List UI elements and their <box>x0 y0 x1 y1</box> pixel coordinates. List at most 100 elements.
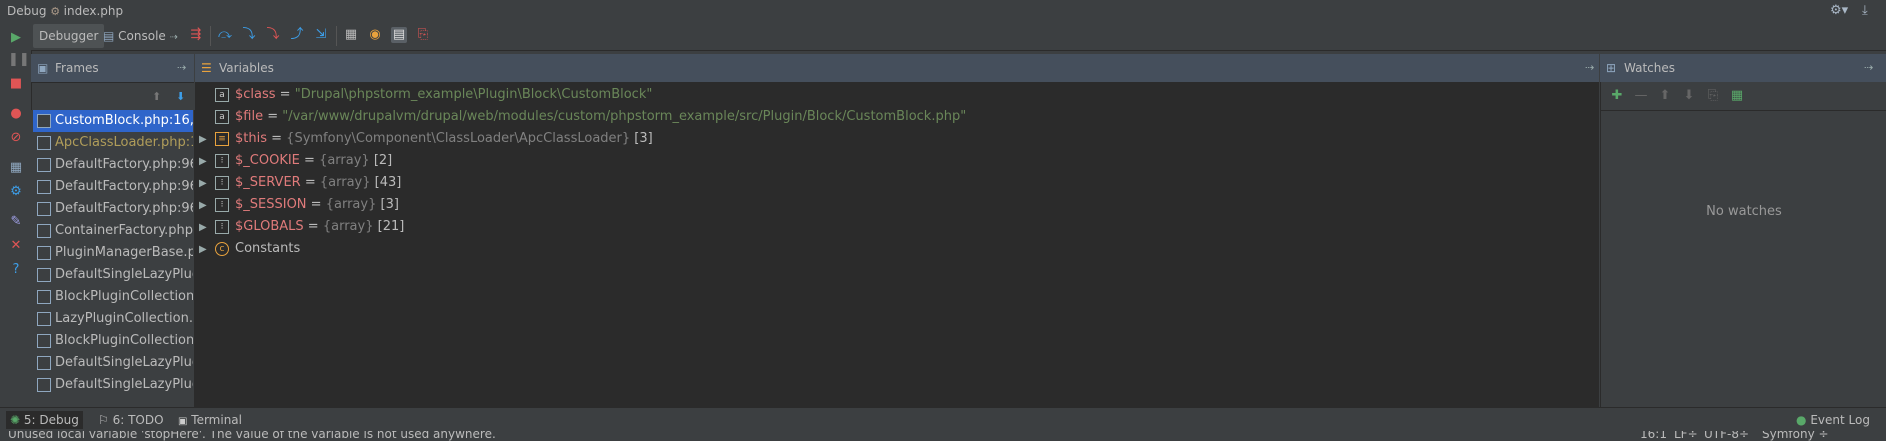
variable-row[interactable]: ▶ ⁝ $_SESSION = {array} [3] <box>195 194 399 216</box>
expand-arrow-icon[interactable]: ▶ <box>199 239 209 261</box>
show-execution-point-icon[interactable]: ⇶ <box>188 27 204 43</box>
tab-debugger[interactable]: Debugger <box>33 24 105 48</box>
force-step-into-icon[interactable]: ⤵ <box>265 27 281 43</box>
variable-row[interactable]: ▶ ≡ $this = {Symfony\Component\ClassLoader… <box>195 128 653 150</box>
frame-label: DefaultSingleLazyPlugi <box>55 377 193 392</box>
frame-label: DefaultFactory.php:96, <box>55 157 193 172</box>
variable-row[interactable]: ▶ ⁝ $_COOKIE = {array} [2] <box>195 150 392 172</box>
frame-item[interactable]: DefaultFactory.php:96, <box>33 154 193 176</box>
frame-item[interactable]: ContainerFactory.php: <box>33 220 193 242</box>
debug-toolbar <box>0 22 1886 51</box>
variable-row[interactable]: ▶ ⁝ $GLOBALS = {array} [21] <box>195 216 404 238</box>
clear-icon[interactable]: ⎘ <box>415 27 431 43</box>
frame-label: BlockPluginCollection.p <box>55 289 193 304</box>
expand-arrow-icon[interactable]: ▶ <box>199 195 209 217</box>
constants-row[interactable]: ▶ c Constants <box>195 238 300 260</box>
caret-position[interactable]: 16:1 <box>1640 431 1667 441</box>
variable-eq: = <box>267 131 287 146</box>
layout-icon[interactable]: ▦ <box>8 160 24 176</box>
resume-icon[interactable]: ▶ <box>8 30 24 46</box>
help-icon[interactable]: ? <box>8 262 24 278</box>
remove-watch-icon[interactable]: — <box>1633 88 1649 104</box>
tab-debug[interactable]: ✺ 5: Debug <box>6 411 83 429</box>
watches-panel: ✚ — ⬆ ⬇ ⎘ ▦ No watches <box>1600 82 1886 407</box>
view-breakpoints-icon[interactable]: ● <box>8 106 24 122</box>
tab-console[interactable]: ▤ Console ⇢ <box>97 24 184 48</box>
event-log-label: Event Log <box>1810 413 1870 427</box>
variable-type: {array} <box>322 219 374 234</box>
debug-session-tab[interactable]: index.php <box>64 4 123 18</box>
variable-count: [43] <box>370 175 402 190</box>
settings-icon[interactable]: ⚙ <box>8 184 24 200</box>
frame-item[interactable]: DefaultFactory.php:96, <box>33 198 193 220</box>
hide-panel-icon[interactable]: ⤓ <box>1862 3 1868 18</box>
watches-icon: ⊞ <box>1606 61 1617 75</box>
variable-row[interactable]: a $file = "/var/www/drupalvm/drupal/web/m… <box>195 106 966 128</box>
step-over-icon[interactable]: ⤼ <box>217 27 233 43</box>
frames-pin-icon[interactable]: ⇢ <box>177 61 186 74</box>
watches-pin-icon[interactable]: ⇢ <box>1864 61 1873 74</box>
step-out-icon[interactable]: ⤴ <box>289 27 305 43</box>
variable-row[interactable]: a $class = "Drupal\phpstorm_example\Plugi… <box>195 84 652 106</box>
event-log-button[interactable]: ● Event Log <box>1792 411 1874 429</box>
title-bar: Debug ⚙ index.php ⚙▾ ⤓ <box>0 0 1886 23</box>
status-bar: Unused local variable 'stopHere'. The va… <box>0 431 1886 441</box>
mute-breakpoints-icon[interactable]: ⊘ <box>8 130 24 146</box>
variables-tree: a $class = "Drupal\phpstorm_example\Plugi… <box>195 82 1599 407</box>
expand-arrow-icon[interactable]: ▶ <box>199 129 209 151</box>
line-separator[interactable]: LF÷ <box>1674 431 1698 441</box>
frame-label: DefaultFactory.php:96, <box>55 179 193 194</box>
tab-todo[interactable]: ⚐ 6: TODO <box>94 411 168 429</box>
variable-eq: = <box>306 197 326 212</box>
frame-item[interactable]: PluginManagerBase.ph <box>33 242 193 264</box>
frame-item[interactable]: ApcClassLoader.php:1 <box>33 132 193 154</box>
variable-name: $this <box>235 131 267 146</box>
frame-item[interactable]: BlockPluginCollection.p <box>33 286 193 308</box>
move-down-icon[interactable]: ⬇ <box>1681 88 1697 104</box>
file-encoding[interactable]: UTF-8÷ <box>1704 431 1749 441</box>
expand-arrow-icon[interactable]: ▶ <box>199 173 209 195</box>
constants-icon: c <box>215 241 229 256</box>
status-message: Unused local variable 'stopHere'. The va… <box>8 431 496 441</box>
expand-arrow-icon[interactable]: ▶ <box>199 217 209 239</box>
variables-pin-icon[interactable]: ⇢ <box>1585 61 1594 74</box>
close-icon[interactable]: ✕ <box>8 238 24 254</box>
frame-item[interactable]: DefaultFactory.php:96, <box>33 176 193 198</box>
stop-icon[interactable]: ■ <box>8 76 24 92</box>
frame-item[interactable]: DefaultSingleLazyPlugi <box>33 264 193 286</box>
php-frame-icon <box>37 289 51 304</box>
variable-count: [3] <box>630 131 653 146</box>
variable-type: {Symfony\Component\ClassLoader\ApcClassL… <box>286 131 631 146</box>
php-frame-icon <box>37 157 51 172</box>
tab-terminal[interactable]: ▣ Terminal <box>174 411 246 429</box>
frame-item[interactable]: CustomBlock.php:16, / <box>33 110 193 132</box>
watch-icon[interactable]: ◉ <box>367 27 383 43</box>
todo-icon: ⚐ <box>98 413 109 427</box>
run-to-cursor-icon[interactable]: ⇲ <box>313 27 329 43</box>
debug-icon: ✺ <box>10 413 21 427</box>
no-watches-text: No watches <box>1706 204 1782 219</box>
show-watches-icon[interactable]: ▦ <box>1729 88 1745 104</box>
frame-item[interactable]: DefaultSingleLazyPlugi <box>33 374 193 396</box>
pause-icon[interactable]: ❚❚ <box>8 52 30 68</box>
move-up-icon[interactable]: ⬆ <box>1657 88 1673 104</box>
php-frame-icon <box>37 113 51 128</box>
pin-icon[interactable]: ✎ <box>8 214 24 230</box>
add-watch-icon[interactable]: ✚ <box>1609 88 1625 104</box>
step-into-icon[interactable]: ⤵ <box>241 27 257 43</box>
frame-item[interactable]: BlockPluginCollection.p <box>33 330 193 352</box>
frames-down-icon[interactable]: ⬇ <box>176 90 185 103</box>
frames-up-icon[interactable]: ⬆ <box>152 90 161 103</box>
frames-layout-icon[interactable]: ▤ <box>391 27 407 43</box>
variable-eq: = <box>303 219 323 234</box>
frame-item[interactable]: DefaultSingleLazyPlugi <box>33 352 193 374</box>
frame-item[interactable]: LazyPluginCollection.p <box>33 308 193 330</box>
framework-indicator[interactable]: Symfony ÷ <box>1762 431 1829 441</box>
php-frame-icon <box>37 377 51 392</box>
settings-gear-icon[interactable]: ⚙▾ <box>1830 3 1848 18</box>
expand-arrow-icon[interactable]: ▶ <box>199 151 209 173</box>
duplicate-watch-icon[interactable]: ⎘ <box>1705 88 1721 104</box>
variable-row[interactable]: ▶ ⁝ $_SERVER = {array} [43] <box>195 172 401 194</box>
evaluate-expression-icon[interactable]: ▦ <box>343 27 359 43</box>
watches-header: ⊞ Watches ⇢ <box>1600 54 1886 83</box>
